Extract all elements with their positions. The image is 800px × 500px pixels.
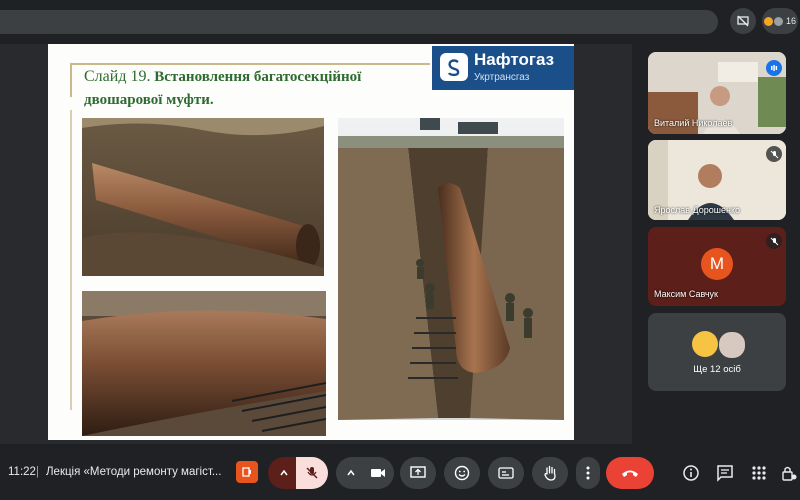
chat-button[interactable] bbox=[716, 464, 734, 482]
mic-off-icon bbox=[306, 467, 318, 479]
captions-off-button[interactable] bbox=[730, 8, 756, 34]
logo-name: Нафтогаз bbox=[474, 50, 555, 69]
pipe-photo-closeup bbox=[82, 291, 326, 436]
logo-subtitle: Укртрансгаз bbox=[474, 72, 530, 83]
chevron-up-icon bbox=[280, 469, 288, 476]
participant-name: Максим Савчук bbox=[654, 289, 718, 299]
host-controls-button[interactable] bbox=[780, 464, 798, 482]
reactions-button[interactable] bbox=[444, 457, 480, 489]
more-vert-icon bbox=[586, 466, 590, 480]
hand-icon bbox=[544, 465, 556, 481]
avatar: M bbox=[701, 248, 733, 280]
captions-button[interactable] bbox=[488, 457, 524, 489]
mic-toggle-button[interactable] bbox=[296, 457, 328, 489]
meeting-app-icon[interactable] bbox=[236, 461, 258, 483]
pipe-photo-trench bbox=[82, 118, 324, 276]
present-screen-icon bbox=[410, 466, 426, 478]
meeting-time: 11:22 bbox=[8, 466, 36, 478]
lock-person-icon bbox=[782, 466, 797, 481]
speaking-indicator-icon bbox=[766, 60, 782, 76]
participant-tile[interactable]: Виталий Николаев bbox=[648, 52, 786, 134]
people-count: 16 bbox=[785, 16, 796, 26]
more-options-button[interactable] bbox=[576, 457, 600, 489]
participant-avatar-icon bbox=[773, 16, 783, 26]
meeting-info-button[interactable] bbox=[682, 464, 700, 482]
avatar bbox=[692, 331, 718, 357]
present-button[interactable] bbox=[400, 457, 436, 489]
chevron-up-icon bbox=[347, 469, 355, 476]
naftogaz-logo: Нафтогаз Укртрансгаз bbox=[432, 46, 574, 90]
more-participants-label: Ще 12 осіб bbox=[693, 364, 741, 375]
more-participants-tile[interactable]: Ще 12 осіб bbox=[648, 313, 786, 391]
participant-tile[interactable]: M Максим Савчук bbox=[648, 227, 786, 306]
slide-divider bbox=[70, 110, 72, 410]
slide-divider bbox=[70, 63, 72, 97]
info-icon bbox=[683, 465, 699, 481]
avatar bbox=[718, 331, 746, 359]
pipe-photo-workers bbox=[338, 118, 564, 420]
mic-off-icon bbox=[766, 233, 782, 249]
meeting-title: Лекція «Методи ремонту магіст... bbox=[46, 466, 222, 478]
captions-icon bbox=[498, 467, 514, 479]
emoji-icon bbox=[454, 465, 470, 481]
screen-share-off-icon bbox=[737, 15, 749, 27]
video-camera-icon bbox=[371, 469, 385, 477]
top-search-bar[interactable] bbox=[0, 10, 718, 34]
slide-title: Слайд 19. Встановлення багатосекційної д… bbox=[84, 65, 424, 112]
leave-call-button[interactable] bbox=[606, 457, 654, 489]
activities-button[interactable] bbox=[750, 464, 768, 482]
participant-avatar-icon bbox=[763, 16, 773, 26]
raise-hand-button[interactable] bbox=[532, 457, 568, 489]
participants-button[interactable]: 16 bbox=[762, 8, 798, 34]
participant-name: Ярослав Дорошенко bbox=[654, 205, 741, 215]
end-call-icon bbox=[622, 470, 638, 477]
apps-grid-icon bbox=[752, 466, 766, 480]
mic-off-icon bbox=[766, 146, 782, 162]
slide-number: Слайд 19. bbox=[84, 68, 151, 85]
meeting-separator: | bbox=[36, 466, 39, 478]
camera-toggle-button[interactable] bbox=[362, 457, 394, 489]
participant-tile[interactable]: Ярослав Дорошенко bbox=[648, 140, 786, 220]
logo-mark-icon bbox=[440, 53, 468, 81]
chat-icon bbox=[717, 465, 733, 482]
participant-name: Виталий Николаев bbox=[654, 118, 733, 128]
